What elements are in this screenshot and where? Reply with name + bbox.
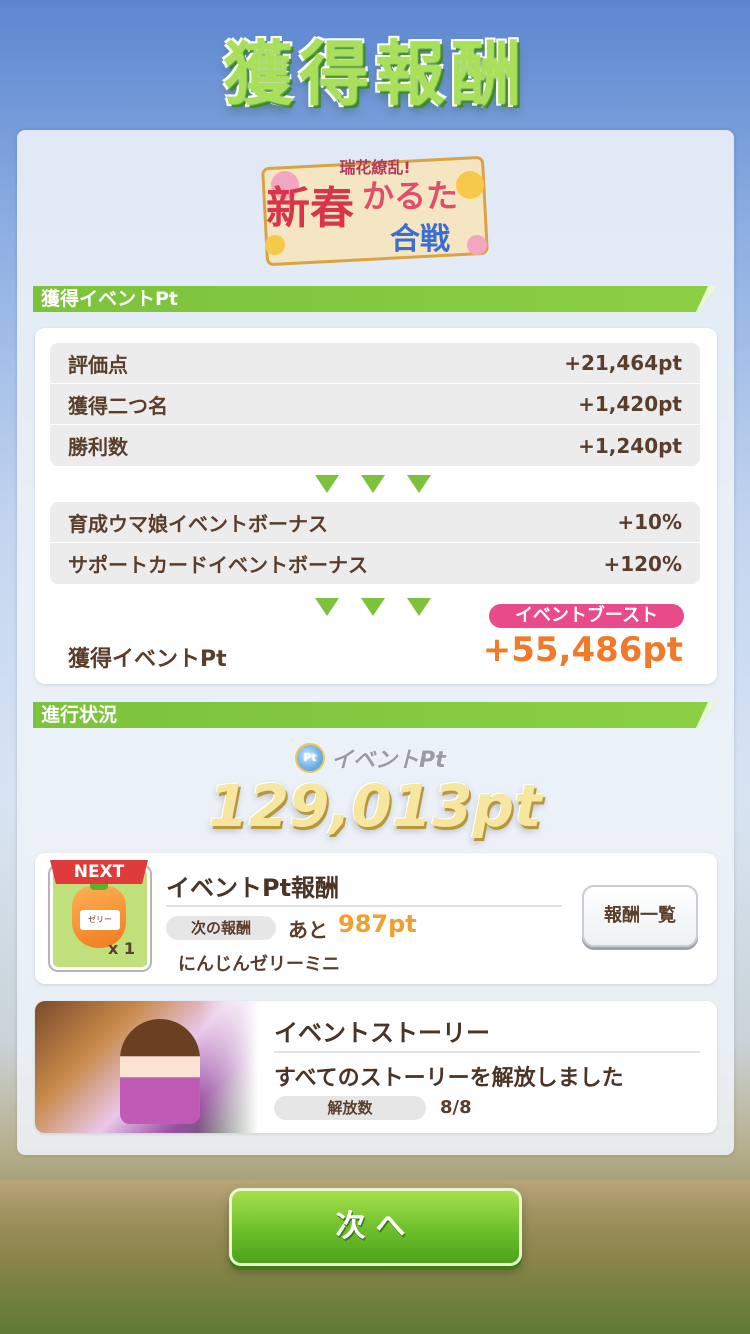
down-arrow-icon	[407, 475, 431, 493]
score-row-wins: 勝利数 +1,240pt	[50, 425, 700, 466]
row-value: +10%	[617, 510, 682, 534]
down-arrows	[315, 598, 431, 616]
down-arrow-icon	[361, 598, 385, 616]
down-arrow-icon	[361, 475, 385, 493]
score-rows: 評価点 +21,464pt 獲得二つ名 +1,420pt 勝利数 +1,240p…	[50, 343, 700, 466]
page-title: 獲得報酬	[223, 33, 527, 115]
bonus-row-support-card: サポートカードイベントボーナス +120%	[50, 543, 700, 584]
story-title: イベントストーリー	[274, 1019, 490, 1047]
section-header-earned-pt: 獲得イベントPt	[33, 286, 718, 312]
earned-pt-value: +55,486pt	[482, 630, 683, 670]
remaining-value: 987pt	[338, 910, 417, 938]
score-row-evaluation: 評価点 +21,464pt	[50, 343, 700, 384]
event-pt-label-text: イベントPt	[331, 748, 446, 773]
pt-coin-icon: Pt	[295, 743, 325, 773]
row-label: 獲得二つ名	[68, 393, 168, 418]
unlock-count-pill: 解放数	[274, 1096, 426, 1120]
down-arrow-icon	[315, 598, 339, 616]
event-pt-total: 129,013pt	[208, 772, 542, 840]
section-header-progress: 進行状況	[33, 702, 718, 728]
bonus-row-umamusume: 育成ウマ娘イベントボーナス +10%	[50, 502, 700, 543]
story-image	[35, 1001, 258, 1133]
next-button[interactable]: 次へ	[229, 1188, 522, 1266]
logo-title-line1: 新春	[266, 183, 354, 234]
character-illustration	[120, 1019, 200, 1124]
logo-title-line2: かるた	[362, 177, 458, 215]
row-label: 育成ウマ娘イベントボーナス	[68, 511, 328, 536]
carrot-jelly-label: ゼリー	[80, 910, 120, 930]
story-status: すべてのストーリーを解放しました	[274, 1066, 624, 1091]
row-value: +1,240pt	[578, 433, 682, 458]
earned-pt-label: 獲得イベントPt	[68, 647, 227, 672]
event-pt-label: Pt イベントPt	[295, 742, 446, 774]
event-boost-badge: イベントブースト	[489, 604, 684, 628]
remaining-prefix: あと	[288, 918, 328, 942]
logo-title-line3: 合戦	[390, 222, 450, 257]
row-value: +21,464pt	[564, 351, 682, 375]
next-tag: NEXT	[50, 860, 148, 884]
reward-title: イベントPt報酬	[166, 874, 340, 902]
row-label: サポートカードイベントボーナス	[68, 553, 368, 577]
row-label: 勝利数	[68, 435, 128, 459]
divider	[166, 905, 562, 907]
down-arrows	[315, 475, 431, 493]
row-value: +120%	[603, 551, 682, 576]
divider	[274, 1051, 700, 1053]
event-logo: 瑞花繚乱! 新春 かるた 合戦	[261, 156, 489, 266]
down-arrow-icon	[315, 475, 339, 493]
logo-small-text: 瑞花繚乱!	[339, 158, 410, 177]
next-reward-pill: 次の報酬	[166, 916, 276, 940]
unlock-count-value: 8/8	[440, 1097, 472, 1118]
reward-item-name: にんじんゼリーミニ	[178, 954, 340, 975]
row-label: 評価点	[68, 352, 128, 377]
score-row-nickname: 獲得二つ名 +1,420pt	[50, 384, 700, 425]
row-value: +1,420pt	[578, 392, 682, 416]
down-arrow-icon	[407, 598, 431, 616]
bonus-rows: 育成ウマ娘イベントボーナス +10% サポートカードイベントボーナス +120%	[50, 502, 700, 584]
reward-quantity: x 1	[108, 939, 136, 958]
reward-list-button[interactable]: 報酬一覧	[582, 885, 698, 947]
image-fade	[198, 1001, 258, 1133]
